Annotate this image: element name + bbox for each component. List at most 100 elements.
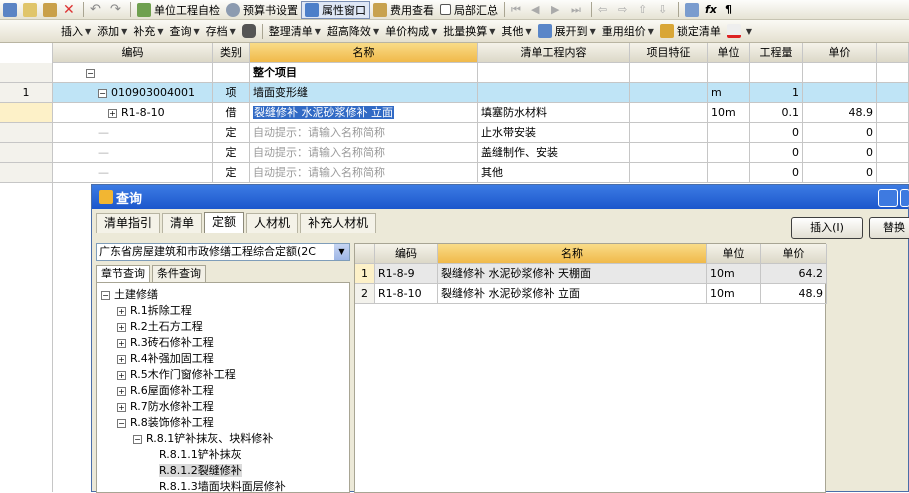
cell-unit[interactable] bbox=[708, 143, 750, 163]
table-row[interactable]: — 定自动提示：请输入名称简称 止水带安装 0 0 bbox=[53, 123, 909, 143]
result-cell-name[interactable]: 裂缝修补 水泥砂浆修补 天棚面 bbox=[438, 264, 707, 284]
move-right-icon[interactable]: ⇨ bbox=[618, 3, 632, 17]
tree-node[interactable]: + R.3砖石修补工程 bbox=[117, 335, 214, 351]
prev-icon[interactable]: ◀ bbox=[531, 3, 545, 17]
quota-library-select[interactable]: 广东省房屋建筑和市政修缮工程综合定额(2C ▼ bbox=[96, 243, 350, 261]
tab-list[interactable]: 清单 bbox=[162, 213, 203, 233]
insert-menu[interactable]: 插入 ▼ bbox=[58, 22, 94, 40]
col-header-result-unit[interactable]: 单位 bbox=[707, 244, 761, 264]
grid-row-number[interactable] bbox=[0, 123, 53, 143]
expand-icon[interactable]: + bbox=[117, 386, 126, 396]
cell-name[interactable]: 自动提示：请输入名称简称 bbox=[250, 143, 478, 163]
move-left-icon[interactable]: ⇦ bbox=[598, 3, 612, 17]
col-header-result-code[interactable]: 编码 bbox=[375, 244, 438, 264]
cell-content[interactable]: 其他 bbox=[478, 163, 630, 183]
cell-feature[interactable] bbox=[630, 63, 708, 83]
collapse-icon[interactable]: − bbox=[98, 88, 107, 98]
cell-code[interactable]: −010903004001 bbox=[53, 83, 213, 103]
result-cell-unit[interactable]: 10m bbox=[707, 284, 761, 304]
supplement-menu[interactable]: 补充 ▼ bbox=[130, 22, 166, 40]
cut-icon[interactable] bbox=[3, 2, 17, 17]
tree-node[interactable]: + R.4补强加固工程 bbox=[117, 351, 214, 367]
col-header-result-price[interactable]: 单价 bbox=[761, 244, 827, 264]
col-header-price[interactable]: 单价 bbox=[803, 43, 877, 63]
expand-to-menu[interactable]: 展开到 ▼ bbox=[535, 22, 599, 40]
chevron-down-icon[interactable]: ▼ bbox=[334, 244, 349, 260]
expand-icon[interactable]: + bbox=[117, 370, 126, 380]
col-header-feature[interactable]: 项目特征 bbox=[630, 43, 708, 63]
cell-code[interactable]: + R1-8-10 bbox=[53, 103, 213, 123]
cell-price[interactable]: 0 bbox=[803, 163, 877, 183]
result-cell-unit[interactable]: 10m bbox=[707, 264, 761, 284]
col-header-content[interactable]: 清单工程内容 bbox=[478, 43, 630, 63]
tree-node[interactable]: + R.6屋面修补工程 bbox=[117, 383, 214, 399]
cell-code[interactable]: — bbox=[53, 163, 213, 183]
table-row[interactable]: — 定自动提示：请输入名称简称 其他 0 0 bbox=[53, 163, 909, 183]
result-cell-n[interactable]: 1 bbox=[355, 264, 375, 284]
tree-node[interactable]: R.8.1.3墙面块料面层修补 bbox=[149, 479, 286, 492]
property-window-button[interactable]: 属性窗口 bbox=[301, 0, 370, 19]
col-header-unit[interactable]: 单位 bbox=[708, 43, 750, 63]
tree-node[interactable]: R.8.1.2裂缝修补 bbox=[149, 463, 242, 479]
tab-quota[interactable]: 定额 bbox=[204, 212, 245, 233]
tab-list-guide[interactable]: 清单指引 bbox=[96, 213, 161, 233]
minimize-icon[interactable] bbox=[878, 189, 898, 207]
batch-convert-menu[interactable]: 批量换算 ▼ bbox=[440, 22, 498, 40]
grid-row-number[interactable] bbox=[0, 63, 53, 83]
table-row[interactable]: − 整个项目 bbox=[53, 63, 909, 83]
cell-content[interactable] bbox=[478, 83, 630, 103]
expand-icon[interactable]: + bbox=[117, 354, 126, 364]
archive-menu[interactable]: 存档 ▼ bbox=[203, 22, 239, 40]
cell-type[interactable]: 定 bbox=[213, 143, 250, 163]
result-cell-code[interactable]: R1-8-10 bbox=[375, 284, 438, 304]
expand-icon[interactable]: + bbox=[117, 306, 126, 316]
cell-unit[interactable] bbox=[708, 163, 750, 183]
grid-row-number[interactable]: 1 bbox=[0, 83, 53, 103]
cell-unit[interactable] bbox=[708, 123, 750, 143]
tab-materials[interactable]: 人材机 bbox=[246, 213, 299, 233]
expand-icon[interactable]: + bbox=[117, 402, 126, 412]
tree-node[interactable]: + R.2土石方工程 bbox=[117, 319, 203, 335]
cell-code[interactable]: — bbox=[53, 123, 213, 143]
cell-type[interactable] bbox=[213, 63, 250, 83]
cell-code[interactable]: — bbox=[53, 143, 213, 163]
cell-content[interactable]: 止水带安装 bbox=[478, 123, 630, 143]
cell-type[interactable]: 借 bbox=[213, 103, 250, 123]
col-header-result-name[interactable]: 名称 bbox=[438, 244, 707, 264]
table-row[interactable]: + R1-8-10 借裂缝修补 水泥砂浆修补 立面 填塞防水材料 10m 0.1 48.9 bbox=[53, 103, 909, 123]
table-row[interactable]: −010903004001 项墙面变形缝 m 1 bbox=[53, 83, 909, 103]
checkbox-icon[interactable] bbox=[440, 4, 451, 15]
table-row[interactable]: — 定自动提示：请输入名称简称 盖缝制作、安装 0 0 bbox=[53, 143, 909, 163]
cell-content[interactable]: 填塞防水材料 bbox=[478, 103, 630, 123]
cell-qty[interactable]: 0.1 bbox=[750, 103, 803, 123]
cell-content[interactable]: 盖缝制作、安装 bbox=[478, 143, 630, 163]
cell-feature[interactable] bbox=[630, 83, 708, 103]
last-icon[interactable]: ⏭ bbox=[571, 3, 585, 17]
cell-feature[interactable] bbox=[630, 143, 708, 163]
cell-type[interactable]: 定 bbox=[213, 123, 250, 143]
cell-price[interactable] bbox=[803, 83, 877, 103]
cell-feature[interactable] bbox=[630, 103, 708, 123]
chevron-down-icon[interactable]: ▼ bbox=[746, 27, 752, 36]
result-cell-price[interactable]: 48.9 bbox=[761, 284, 827, 304]
cell-qty[interactable] bbox=[750, 63, 803, 83]
table-row[interactable]: 2 R1-8-10 裂缝修补 水泥砂浆修补 立面 10m 48.9 bbox=[355, 284, 827, 304]
formula-icon[interactable]: fx bbox=[705, 3, 719, 17]
grid-icon[interactable] bbox=[685, 2, 699, 17]
cell-price[interactable]: 48.9 bbox=[803, 103, 877, 123]
grid-row-number[interactable] bbox=[0, 103, 53, 123]
expand-icon[interactable]: + bbox=[117, 338, 126, 348]
cell-unit[interactable]: m bbox=[708, 83, 750, 103]
move-up-icon[interactable]: ⇧ bbox=[638, 3, 652, 17]
cell-unit[interactable]: 10m bbox=[708, 103, 750, 123]
result-cell-price[interactable]: 64.2 bbox=[761, 264, 827, 284]
cell-name[interactable]: 自动提示：请输入名称简称 bbox=[250, 163, 478, 183]
cell-feature[interactable] bbox=[630, 123, 708, 143]
undo-icon[interactable]: ↶ bbox=[90, 2, 104, 17]
height-reduction-menu[interactable]: 超高降效 ▼ bbox=[324, 22, 382, 40]
budget-settings-button[interactable]: 预算书设置 bbox=[223, 1, 301, 19]
tree-node[interactable]: + R.1拆除工程 bbox=[117, 303, 192, 319]
first-icon[interactable]: ⏮ bbox=[511, 3, 525, 17]
cell-qty[interactable]: 1 bbox=[750, 83, 803, 103]
paste-icon[interactable] bbox=[43, 2, 57, 17]
